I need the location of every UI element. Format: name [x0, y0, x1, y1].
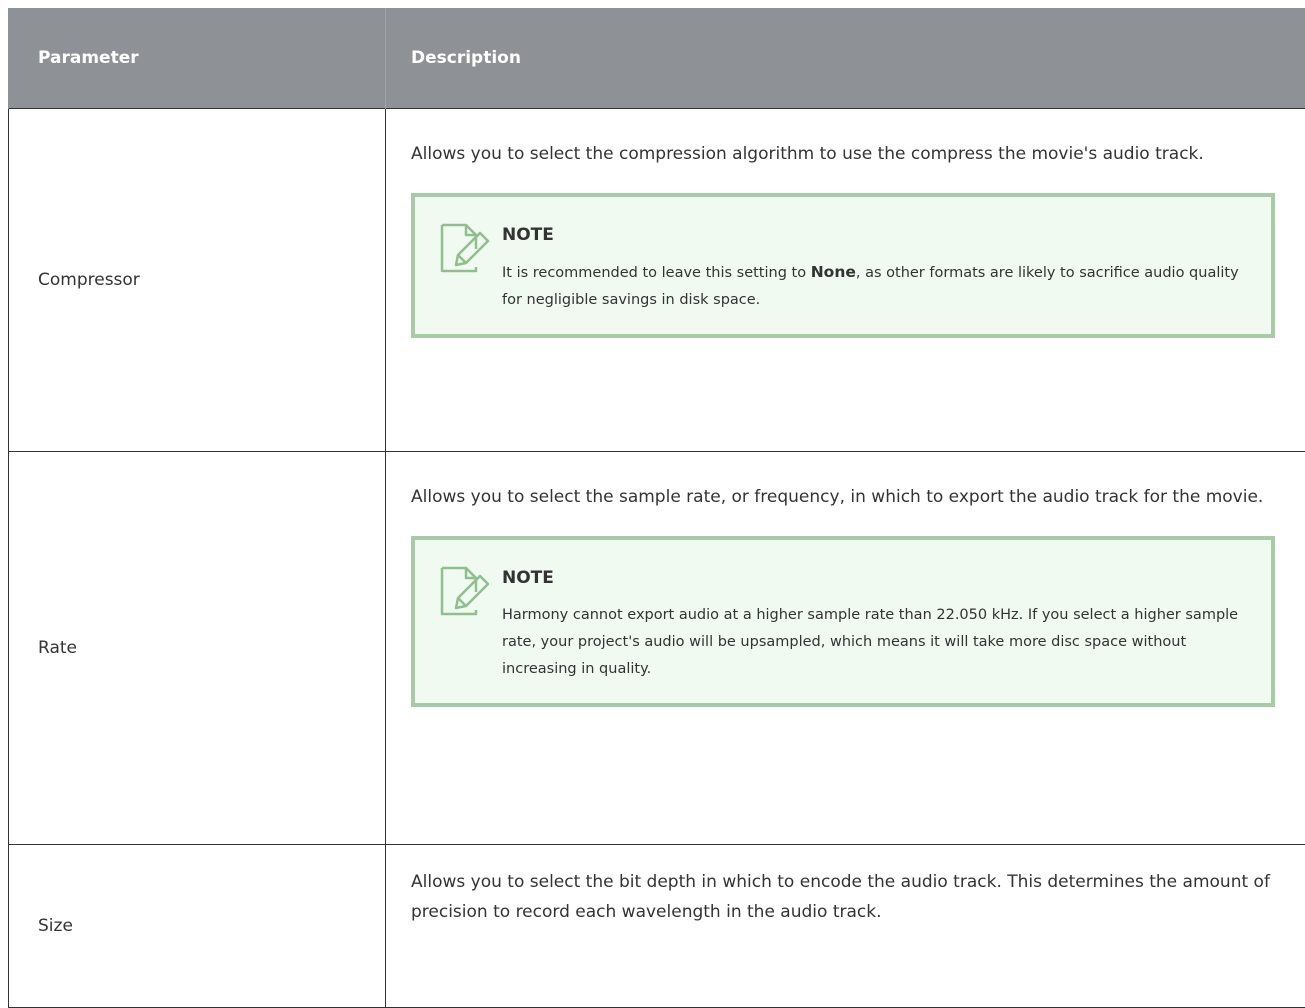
description-cell: Allows you to select the compression alg…	[386, 109, 1305, 452]
note-title: NOTE	[502, 568, 1241, 588]
parameters-table: Parameter Description Compressor Allows …	[8, 8, 1305, 1008]
note-text: Harmony cannot export audio at a higher …	[502, 602, 1241, 683]
note-pencil-icon	[436, 564, 494, 622]
description-text: Allows you to select the bit depth in wh…	[411, 867, 1298, 927]
description-text: Allows you to select the compression alg…	[411, 139, 1298, 169]
note-text-bold: None	[811, 263, 856, 281]
note-box: NOTE Harmony cannot export audio at a hi…	[411, 536, 1275, 707]
note-text-before: It is recommended to leave this setting …	[502, 265, 811, 281]
header-parameter: Parameter	[9, 8, 386, 109]
table-row: Rate Allows you to select the sample rat…	[9, 452, 1305, 845]
note-body: NOTE Harmony cannot export audio at a hi…	[502, 568, 1241, 683]
table-header-row: Parameter Description	[9, 8, 1305, 109]
description-text: Allows you to select the sample rate, or…	[411, 482, 1298, 512]
parameter-cell: Compressor	[9, 109, 386, 452]
description-cell: Allows you to select the bit depth in wh…	[386, 845, 1305, 1008]
description-cell: Allows you to select the sample rate, or…	[386, 452, 1305, 845]
note-box: NOTE It is recommended to leave this set…	[411, 193, 1275, 338]
note-body: NOTE It is recommended to leave this set…	[502, 225, 1241, 314]
header-description: Description	[386, 8, 1305, 109]
table-row: Size Allows you to select the bit depth …	[9, 845, 1305, 1008]
parameter-cell: Rate	[9, 452, 386, 845]
note-text: It is recommended to leave this setting …	[502, 259, 1241, 314]
note-title: NOTE	[502, 225, 1241, 245]
parameter-cell: Size	[9, 845, 386, 1008]
table-row: Compressor Allows you to select the comp…	[9, 109, 1305, 452]
note-pencil-icon	[436, 221, 494, 279]
